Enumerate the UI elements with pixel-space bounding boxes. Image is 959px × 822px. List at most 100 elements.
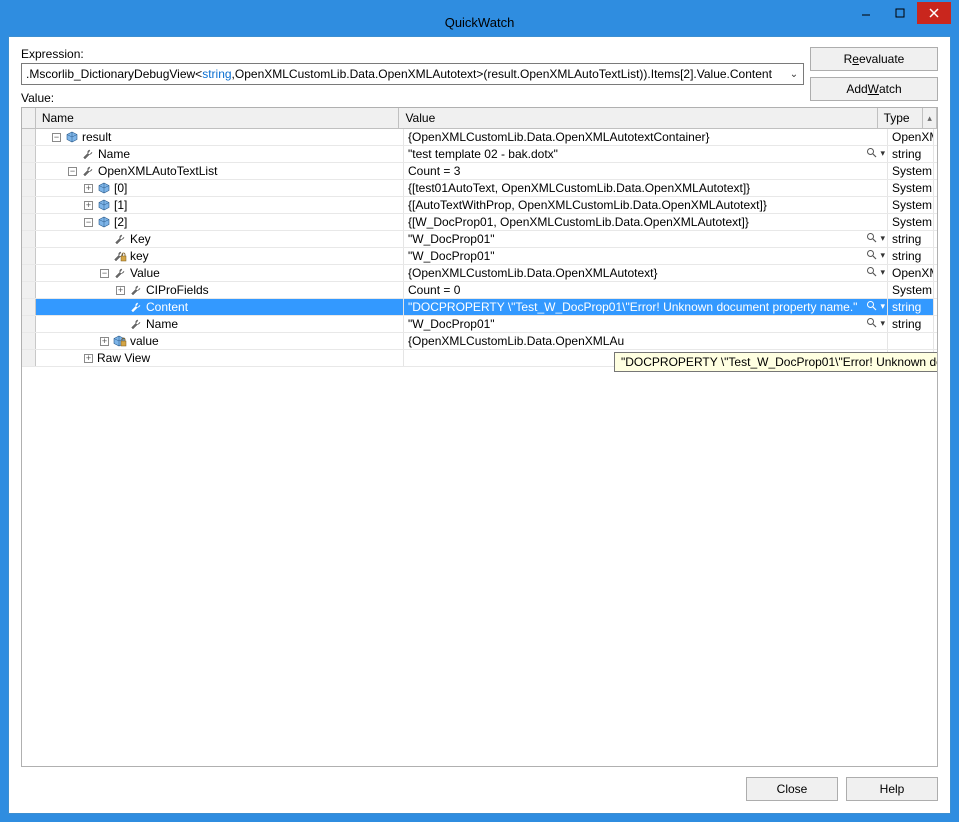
type-cell: string: [888, 316, 934, 332]
titlebar[interactable]: QuickWatch: [8, 8, 951, 36]
visualizer-dropdown[interactable]: ▾: [866, 300, 885, 312]
collapse-icon[interactable]: −: [52, 133, 61, 142]
chevron-down-icon: ▾: [880, 267, 885, 278]
expand-icon[interactable]: +: [84, 354, 93, 363]
wrench-icon: [81, 164, 95, 178]
value-label: Value:: [21, 91, 804, 105]
chevron-down-icon: ▾: [880, 301, 885, 312]
type-cell: System.C: [888, 214, 934, 230]
chevron-down-icon: ▾: [880, 233, 885, 244]
visualizer-dropdown[interactable]: ▾: [866, 317, 885, 329]
value-cell[interactable]: "W_DocProp01"▾: [404, 248, 888, 264]
table-row[interactable]: + CIProFields Count = 0 System.C: [22, 282, 937, 299]
name-cell[interactable]: + [0]: [36, 180, 404, 196]
header-type[interactable]: Type: [878, 108, 924, 128]
header-name[interactable]: Name: [36, 108, 400, 128]
collapse-icon[interactable]: −: [84, 218, 93, 227]
name-text: [0]: [114, 181, 127, 195]
name-cell[interactable]: Content: [36, 299, 404, 315]
row-gutter: [22, 180, 36, 196]
row-gutter: [22, 197, 36, 213]
value-cell[interactable]: Count = 0: [404, 282, 888, 298]
name-text: Value: [130, 266, 160, 280]
value-cell[interactable]: {[test01AutoText, OpenXMLCustomLib.Data.…: [404, 180, 888, 196]
value-cell[interactable]: "W_DocProp01"▾: [404, 231, 888, 247]
name-text: CIProFields: [146, 283, 209, 297]
value-cell[interactable]: "DOCPROPERTY \"Test_W_DocProp01\"Error! …: [404, 299, 888, 315]
collapse-icon[interactable]: −: [100, 269, 109, 278]
value-text: Count = 0: [408, 283, 460, 297]
name-cell[interactable]: −[2]: [36, 214, 404, 230]
expand-icon[interactable]: +: [116, 286, 125, 295]
value-cell[interactable]: {OpenXMLCustomLib.Data.OpenXMLAutotext}▾: [404, 265, 888, 281]
value-cell[interactable]: {[W_DocProp01, OpenXMLCustomLib.Data.Ope…: [404, 214, 888, 230]
value-cell[interactable]: "W_DocProp01"▾: [404, 316, 888, 332]
type-cell: OpenXM: [888, 129, 934, 145]
minimize-button[interactable]: [849, 2, 883, 24]
name-cell[interactable]: key: [36, 248, 404, 264]
chevron-down-icon[interactable]: ⌄: [787, 69, 801, 80]
table-row[interactable]: key"W_DocProp01"▾string: [22, 248, 937, 265]
value-text: {OpenXMLCustomLib.Data.OpenXMLAutotextCo…: [408, 130, 710, 144]
table-row[interactable]: Content"DOCPROPERTY \"Test_W_DocProp01\"…: [22, 299, 937, 316]
row-gutter: [22, 265, 36, 281]
maximize-button[interactable]: [883, 2, 917, 24]
scroll-up-icon[interactable]: ▴: [923, 108, 937, 128]
expression-block: Expression: .Mscorlib_DictionaryDebugVie…: [21, 47, 804, 107]
wrench-icon: [81, 147, 95, 161]
name-text: result: [82, 130, 111, 144]
expression-text: .Mscorlib_DictionaryDebugView<string,Ope…: [26, 67, 787, 81]
name-cell[interactable]: − result: [36, 129, 404, 145]
value-text: {[test01AutoText, OpenXMLCustomLib.Data.…: [408, 181, 750, 195]
table-row[interactable]: Name"W_DocProp01"▾string: [22, 316, 937, 333]
table-row[interactable]: − Value {OpenXMLCustomLib.Data.OpenXMLAuto…: [22, 265, 937, 282]
type-cell: System.C: [888, 282, 934, 298]
close-window-button[interactable]: [917, 2, 951, 24]
value-cell[interactable]: {OpenXMLCustomLib.Data.OpenXMLAu: [404, 333, 888, 349]
table-row[interactable]: Name"test template 02 - bak.dotx"▾string: [22, 146, 937, 163]
visualizer-dropdown[interactable]: ▾: [866, 266, 885, 278]
grid-body[interactable]: − result {OpenXMLCustomLib.Data.OpenXMLAut…: [22, 129, 937, 766]
type-cell: OpenXM: [888, 265, 934, 281]
name-cell[interactable]: −OpenXMLAutoTextList: [36, 163, 404, 179]
table-row[interactable]: −[2]{[W_DocProp01, OpenXMLCustomLib.Data…: [22, 214, 937, 231]
name-cell[interactable]: + value: [36, 333, 404, 349]
table-row[interactable]: + [1] {[AutoTextWithProp, OpenXMLCustomLib…: [22, 197, 937, 214]
cube-icon: [97, 181, 111, 195]
chevron-down-icon: ▾: [880, 148, 885, 159]
name-cell[interactable]: +Raw View: [36, 350, 404, 366]
name-text: [1]: [114, 198, 127, 212]
magnifier-icon: [866, 249, 878, 261]
collapse-icon[interactable]: −: [68, 167, 77, 176]
expand-icon[interactable]: +: [84, 201, 93, 210]
table-row[interactable]: + [0] {[test01AutoText, OpenXMLCustomLib.D…: [22, 180, 937, 197]
value-cell[interactable]: Count = 3: [404, 163, 888, 179]
visualizer-dropdown[interactable]: ▾: [866, 232, 885, 244]
name-cell[interactable]: Key: [36, 231, 404, 247]
value-cell[interactable]: {[AutoTextWithProp, OpenXMLCustomLib.Dat…: [404, 197, 888, 213]
table-row[interactable]: − result {OpenXMLCustomLib.Data.OpenXMLAut…: [22, 129, 937, 146]
help-button[interactable]: Help: [846, 777, 938, 801]
value-tooltip: "DOCPROPERTY \"Test_W_DocProp01\"Error! …: [614, 352, 937, 372]
expand-icon[interactable]: +: [84, 184, 93, 193]
value-cell[interactable]: {OpenXMLCustomLib.Data.OpenXMLAutotextCo…: [404, 129, 888, 145]
name-cell[interactable]: − Value: [36, 265, 404, 281]
value-text: {[AutoTextWithProp, OpenXMLCustomLib.Dat…: [408, 198, 767, 212]
table-row[interactable]: −OpenXMLAutoTextListCount = 3System.C: [22, 163, 937, 180]
table-row[interactable]: + value {OpenXMLCustomLib.Data.OpenXMLAu: [22, 333, 937, 350]
expand-icon[interactable]: +: [100, 337, 109, 346]
header-value[interactable]: Value: [399, 108, 877, 128]
reevaluate-button[interactable]: Reevaluate: [810, 47, 938, 71]
visualizer-dropdown[interactable]: ▾: [866, 249, 885, 261]
value-cell[interactable]: "test template 02 - bak.dotx"▾: [404, 146, 888, 162]
name-cell[interactable]: + CIProFields: [36, 282, 404, 298]
expression-input[interactable]: .Mscorlib_DictionaryDebugView<string,Ope…: [21, 63, 804, 85]
add-watch-button[interactable]: Add Watch: [810, 77, 938, 101]
name-text: value: [130, 334, 159, 348]
visualizer-dropdown[interactable]: ▾: [866, 147, 885, 159]
name-cell[interactable]: Name: [36, 316, 404, 332]
table-row[interactable]: Key"W_DocProp01"▾string: [22, 231, 937, 248]
close-button[interactable]: Close: [746, 777, 838, 801]
name-cell[interactable]: + [1]: [36, 197, 404, 213]
name-cell[interactable]: Name: [36, 146, 404, 162]
